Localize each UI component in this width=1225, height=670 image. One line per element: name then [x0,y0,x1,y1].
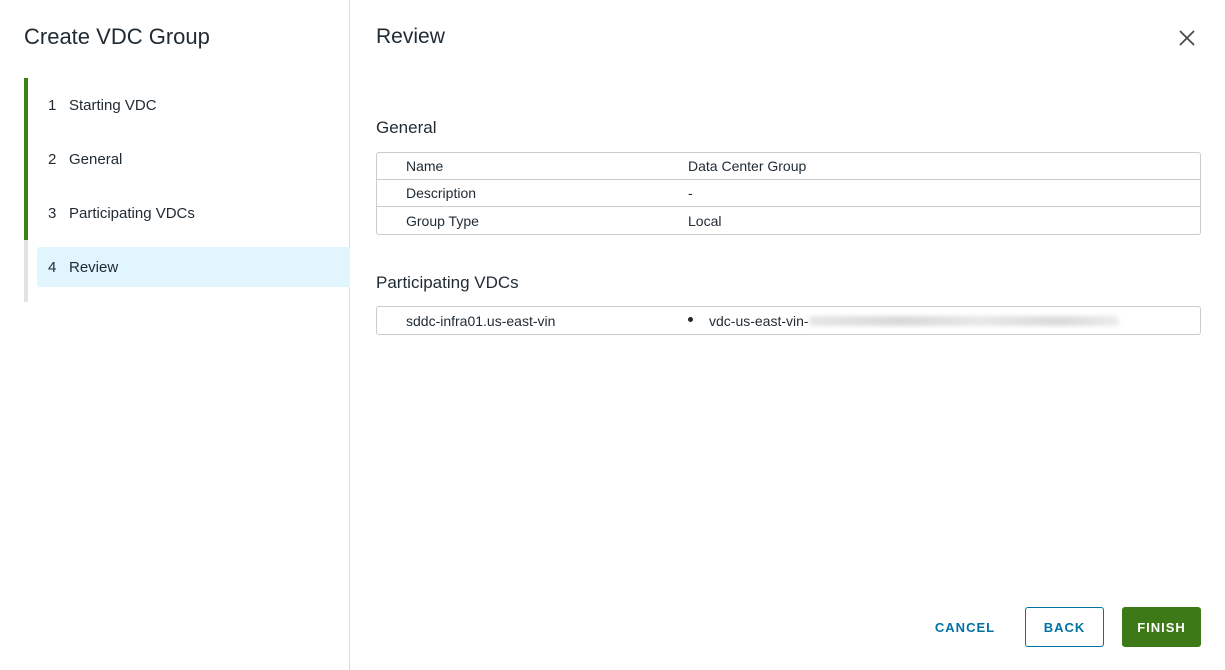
step-label: Starting VDC [69,96,157,114]
row-key: Name [406,158,444,174]
row-value: Data Center Group [688,158,807,174]
row-key: Group Type [406,212,479,229]
step-list: 1 Starting VDC 2 General 3 Participating… [24,78,350,302]
finish-button[interactable]: FINISH [1122,607,1201,647]
cancel-button[interactable]: CANCEL [925,607,1005,647]
create-vdc-group-wizard: Create VDC Group 1 Starting VDC 2 Genera… [0,0,1225,670]
step-general[interactable]: 2 General [24,132,350,186]
back-button[interactable]: BACK [1025,607,1104,647]
vdc-list: vdc-us-east-vin- [688,313,1200,329]
row-value: - [688,185,693,201]
wizard-step-nav: Create VDC Group 1 Starting VDC 2 Genera… [0,0,350,670]
site-name: sddc-infra01.us-east-vin [406,312,556,329]
current-step-highlight: 4 Review [37,247,350,287]
participating-vdcs-table: sddc-infra01.us-east-vin vdc-us-east-vin… [376,306,1201,335]
page-title: Review [376,25,445,48]
vdc-name-prefix: vdc-us-east-vin- [709,312,809,329]
general-summary-table: Name Data Center Group Description - Gro… [376,152,1201,235]
table-row: sddc-infra01.us-east-vin vdc-us-east-vin… [377,307,1200,334]
step-label: Participating VDCs [69,204,195,222]
step-number: 1 [48,96,57,114]
participating-vdcs-section-title: Participating VDCs [376,273,519,292]
table-row: Group Type Local [377,207,1200,234]
bullet-icon [688,317,693,323]
general-section-title: General [376,118,437,137]
step-starting-vdc[interactable]: 1 Starting VDC [24,78,350,132]
step-participating-vdcs[interactable]: 3 Participating VDCs [24,186,350,240]
step-number: 4 [48,258,57,276]
row-value: Local [688,212,722,229]
step-review[interactable]: 4 Review [24,240,350,294]
step-label: General [69,150,123,168]
row-key: Description [406,185,477,201]
table-row: Name Data Center Group [377,153,1200,180]
step-track-end [24,294,350,302]
step-number: 3 [48,204,57,222]
step-number: 2 [48,150,57,168]
wizard-title: Create VDC Group [24,24,210,49]
close-icon[interactable] [1177,28,1197,48]
review-panel: Review General Name Data Center Group De… [350,0,1225,670]
step-label: Review [69,258,119,276]
table-row: Description - [377,180,1200,207]
redacted-vdc-id [808,315,1119,326]
